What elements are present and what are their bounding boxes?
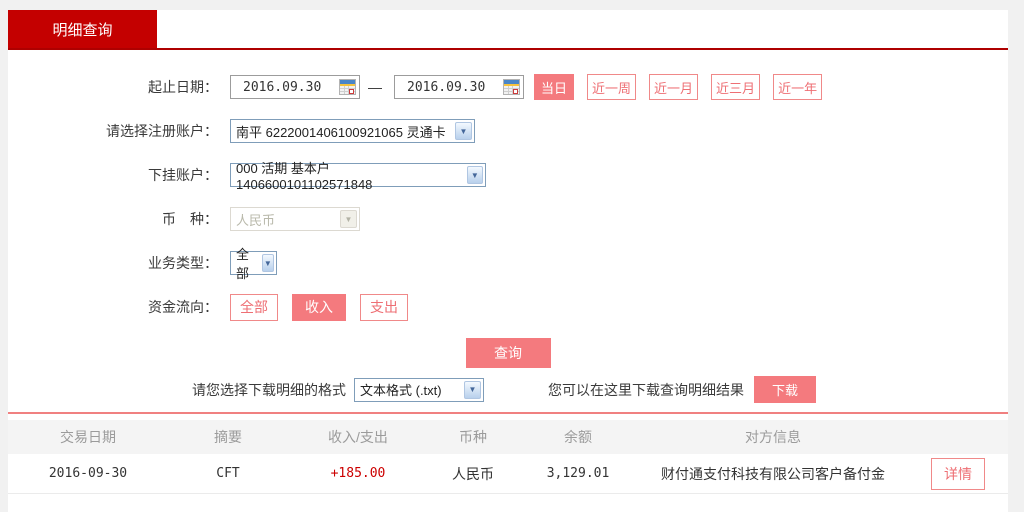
cell-summary: CFT — [168, 466, 288, 481]
fund-flow-row: 资金流向： 全部 收入 支出 — [8, 294, 1008, 320]
business-type-select[interactable]: 全部 ▼ — [230, 251, 277, 275]
calendar-icon[interactable] — [339, 79, 356, 95]
tab-detail-query[interactable]: 明细查询 — [8, 10, 157, 48]
download-format-value: 文本格式 (.txt) — [360, 380, 442, 399]
header-transaction-date: 交易日期 — [8, 427, 168, 447]
cell-counterparty: 财付通支付科技有限公司客户备付金 — [638, 464, 908, 484]
business-type-label: 业务类型： — [8, 253, 218, 273]
end-date-input[interactable]: 2016.09.30 — [394, 75, 524, 99]
registered-account-select[interactable]: 南平 6222001406100921065 灵通卡 ▼ — [230, 119, 475, 143]
registered-account-label: 请选择注册账户： — [8, 121, 218, 141]
end-date-value: 2016.09.30 — [407, 80, 485, 95]
cell-transaction-date: 2016-09-30 — [8, 466, 168, 481]
registered-account-row: 请选择注册账户： 南平 6222001406100921065 灵通卡 ▼ — [8, 118, 1008, 144]
header-currency: 币种 — [428, 427, 518, 447]
detail-button[interactable]: 详情 — [931, 458, 985, 490]
chevron-down-icon: ▼ — [455, 122, 472, 140]
business-type-row: 业务类型： 全部 ▼ — [8, 250, 1008, 276]
sub-account-select[interactable]: 000 活期 基本户 1406600101102571848 ▼ — [230, 163, 486, 187]
chevron-down-icon: ▼ — [340, 210, 357, 228]
currency-row: 币 种： 人民币 ▼ — [8, 206, 1008, 232]
currency-value: 人民币 — [236, 210, 275, 229]
download-format-label: 请您选择下载明细的格式 — [192, 380, 346, 400]
quick-range-month-button[interactable]: 近一月 — [649, 74, 698, 100]
date-range-row: 起止日期： 2016.09.30 — 2016.09.30 — [8, 74, 1008, 100]
start-date-input[interactable]: 2016.09.30 — [230, 75, 360, 99]
start-date-value: 2016.09.30 — [243, 80, 321, 95]
table-top-divider — [8, 412, 1008, 414]
header-balance: 余额 — [518, 427, 638, 447]
sub-account-row: 下挂账户： 000 活期 基本户 1406600101102571848 ▼ — [8, 162, 1008, 188]
download-hint-text: 您可以在这里下载查询明细结果 — [548, 380, 744, 400]
tab-underline — [8, 48, 1008, 50]
table-header-row: 交易日期 摘要 收入/支出 币种 余额 对方信息 — [8, 420, 1008, 454]
flow-all-button[interactable]: 全部 — [230, 294, 278, 321]
quick-range-today-button[interactable]: 当日 — [534, 74, 574, 100]
cell-currency: 人民币 — [428, 464, 518, 484]
main-panel: 明细查询 起止日期： 2016.09.30 — 2016.09. — [8, 10, 1008, 512]
header-counterparty: 对方信息 — [638, 427, 908, 447]
currency-label: 币 种： — [8, 209, 218, 229]
download-format-select[interactable]: 文本格式 (.txt) ▼ — [354, 378, 484, 402]
currency-select: 人民币 ▼ — [230, 207, 360, 231]
flow-income-button[interactable]: 收入 — [292, 294, 346, 321]
date-separator: — — [368, 79, 382, 95]
registered-account-value: 南平 6222001406100921065 灵通卡 — [236, 122, 446, 141]
calendar-icon[interactable] — [503, 79, 520, 95]
quick-range-year-button[interactable]: 近一年 — [773, 74, 822, 100]
business-type-value: 全部 — [236, 244, 254, 282]
cell-amount: +185.00 — [288, 466, 428, 481]
chevron-down-icon: ▼ — [467, 166, 483, 184]
table-row: 2016-09-30 CFT +185.00 人民币 3,129.01 财付通支… — [8, 454, 1008, 494]
date-range-label: 起止日期： — [8, 77, 218, 97]
download-button[interactable]: 下载 — [754, 376, 816, 403]
cell-balance: 3,129.01 — [518, 466, 638, 481]
flow-expense-button[interactable]: 支出 — [360, 294, 408, 321]
chevron-down-icon: ▼ — [464, 381, 481, 399]
quick-range-week-button[interactable]: 近一周 — [587, 74, 636, 100]
sub-account-label: 下挂账户： — [8, 165, 218, 185]
download-row: 请您选择下载明细的格式 文本格式 (.txt) ▼ 您可以在这里下载查询明细结果… — [192, 376, 1008, 403]
query-button[interactable]: 查询 — [466, 338, 551, 368]
quick-range-3months-button[interactable]: 近三月 — [711, 74, 760, 100]
fund-flow-label: 资金流向： — [8, 297, 218, 317]
header-summary: 摘要 — [168, 427, 288, 447]
tab-label: 明细查询 — [52, 19, 112, 40]
sub-account-value: 000 活期 基本户 1406600101102571848 — [236, 158, 459, 192]
header-income-expense: 收入/支出 — [288, 427, 428, 447]
chevron-down-icon: ▼ — [262, 254, 274, 272]
